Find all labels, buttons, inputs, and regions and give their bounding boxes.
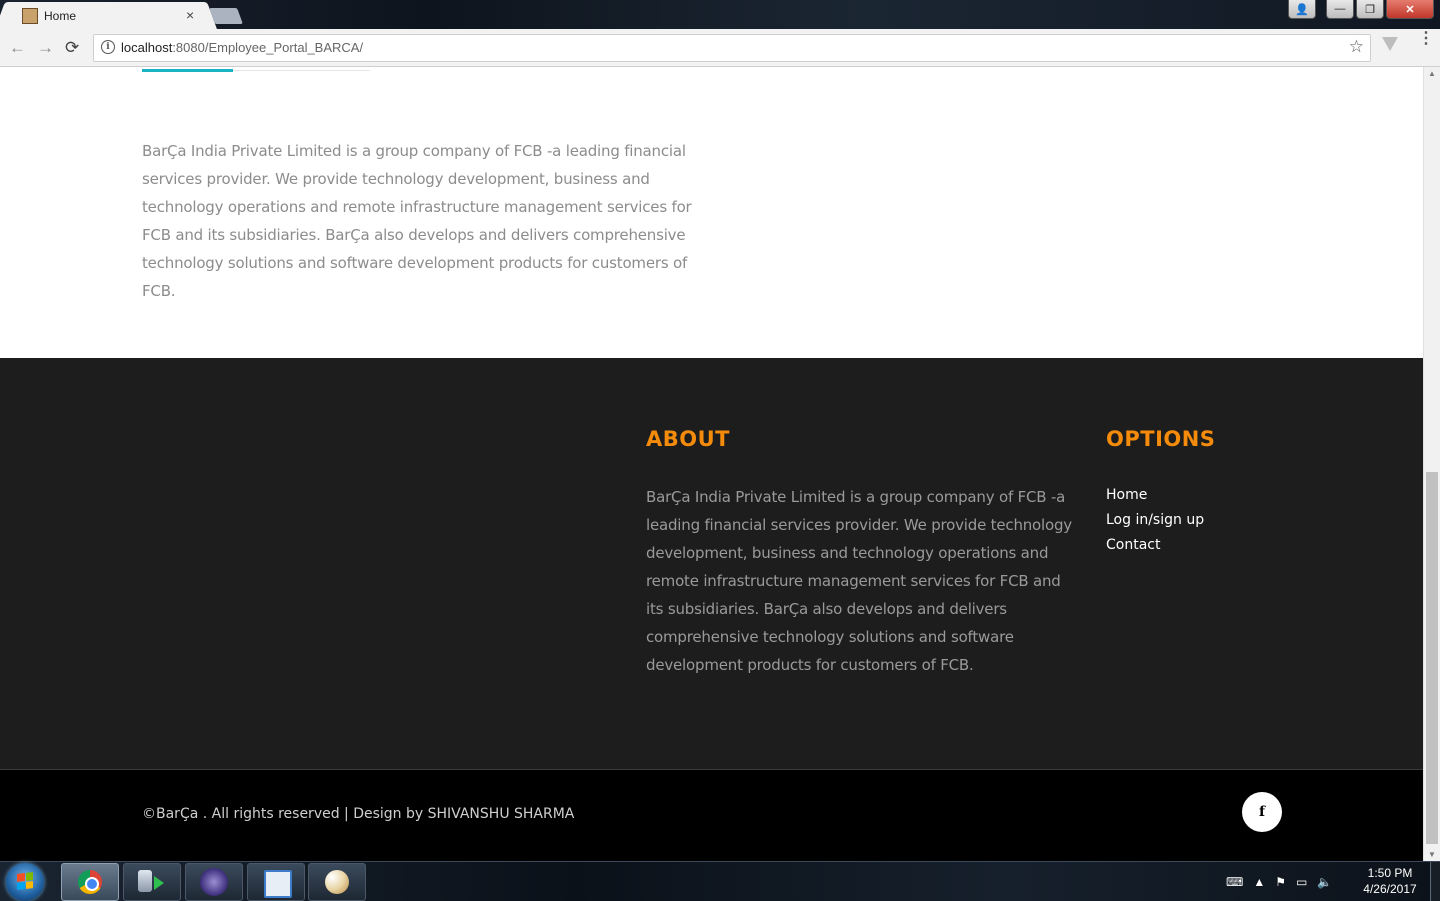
options-heading: OPTIONS (1106, 427, 1216, 451)
facebook-icon[interactable]: f (1242, 792, 1282, 832)
extension-icon[interactable] (1382, 37, 1398, 51)
browser-tab-strip: Home × 👤 — ❐ ✕ (0, 0, 1440, 29)
page-scrollbar[interactable]: ▲ ▼ (1423, 67, 1440, 861)
scrollbar-thumb[interactable] (1426, 472, 1438, 844)
action-center-flag-icon[interactable]: ⚑ (1275, 875, 1286, 889)
back-arrow-icon[interactable]: ← (9, 38, 26, 58)
address-bar[interactable]: i localhost:8080/Employee_Portal_BARCA/ … (93, 34, 1371, 62)
taskbar-paint[interactable] (308, 863, 366, 901)
taskbar-chrome[interactable] (61, 863, 119, 901)
window-controls: 👤 — ❐ ✕ (1288, 0, 1434, 20)
browser-toolbar: ← → ⟳ i localhost:8080/Employee_Portal_B… (0, 29, 1440, 67)
clock-time: 1:50 PM (1367, 866, 1413, 880)
page-viewport: BarÇa India Private Limited is a group c… (0, 67, 1423, 861)
footer: ABOUT BarÇa India Private Limited is a g… (0, 358, 1423, 769)
url-host: localhost (121, 40, 173, 55)
browser-menu-icon[interactable]: ⋮ (1418, 31, 1434, 47)
scroll-down-arrow-icon[interactable]: ▼ (1428, 850, 1436, 859)
taskbar-database-tool[interactable] (123, 863, 181, 901)
eclipse-icon (200, 868, 228, 896)
url-path: :8080/Employee_Portal_BARCA/ (172, 40, 364, 55)
keyboard-icon[interactable]: ⌨ (1226, 875, 1243, 889)
intro-paragraph: BarÇa India Private Limited is a group c… (142, 142, 692, 300)
paint-icon (325, 870, 349, 894)
option-link-login-signup[interactable]: Log in/sign up (1106, 508, 1204, 533)
show-hidden-icons-icon[interactable]: ▲ (1253, 875, 1265, 889)
taskbar-presentation-app[interactable] (247, 863, 305, 901)
page-favicon-icon (22, 8, 38, 24)
copyright-bar: ©BarÇa . All rights reserved | Design by… (0, 769, 1423, 861)
new-tab-button[interactable] (209, 8, 243, 24)
close-window-button[interactable]: ✕ (1386, 0, 1434, 19)
system-clock[interactable]: 1:50 PM 4/26/2017 (1360, 865, 1420, 897)
option-link-home[interactable]: Home (1106, 483, 1204, 508)
tab-close-icon[interactable]: × (186, 7, 194, 23)
info-icon[interactable]: i (101, 40, 115, 54)
bookmark-star-icon[interactable]: ☆ (1349, 37, 1364, 57)
windows-taskbar: ⌨ ▲ ⚑ ▭ 🔈 1:50 PM 4/26/2017 (0, 861, 1440, 901)
network-icon[interactable]: ▭ (1296, 875, 1307, 889)
show-desktop-button[interactable] (1430, 862, 1440, 901)
maximize-button[interactable]: ❐ (1356, 0, 1384, 19)
section-accent-underline (142, 69, 233, 72)
run-arrow-icon (154, 876, 164, 890)
user-profile-icon[interactable]: 👤 (1288, 0, 1316, 19)
tab-title: Home (44, 9, 77, 23)
url-text[interactable]: localhost:8080/Employee_Portal_BARCA/ (121, 40, 363, 55)
minimize-button[interactable]: — (1326, 0, 1354, 19)
system-tray: ⌨ ▲ ⚑ ▭ 🔈 (1226, 862, 1332, 901)
presentation-icon (264, 870, 292, 898)
option-link-contact[interactable]: Contact (1106, 533, 1204, 558)
clock-date: 4/26/2017 (1363, 882, 1417, 896)
forward-arrow-icon[interactable]: → (37, 38, 54, 58)
chrome-center-icon (85, 877, 99, 891)
copyright-text: ©BarÇa . All rights reserved | Design by… (142, 806, 575, 822)
about-heading: ABOUT (646, 427, 730, 451)
start-button[interactable] (6, 863, 44, 901)
browser-tab-home[interactable]: Home × (8, 2, 204, 29)
volume-icon[interactable]: 🔈 (1317, 875, 1332, 889)
scroll-up-arrow-icon[interactable]: ▲ (1428, 69, 1436, 78)
reload-icon[interactable]: ⟳ (65, 38, 79, 58)
taskbar-eclipse[interactable] (185, 863, 243, 901)
windows-logo-icon (17, 872, 33, 890)
about-paragraph: BarÇa India Private Limited is a group c… (646, 488, 1072, 674)
database-icon (138, 870, 152, 892)
options-list: Home Log in/sign up Contact (1106, 483, 1204, 558)
